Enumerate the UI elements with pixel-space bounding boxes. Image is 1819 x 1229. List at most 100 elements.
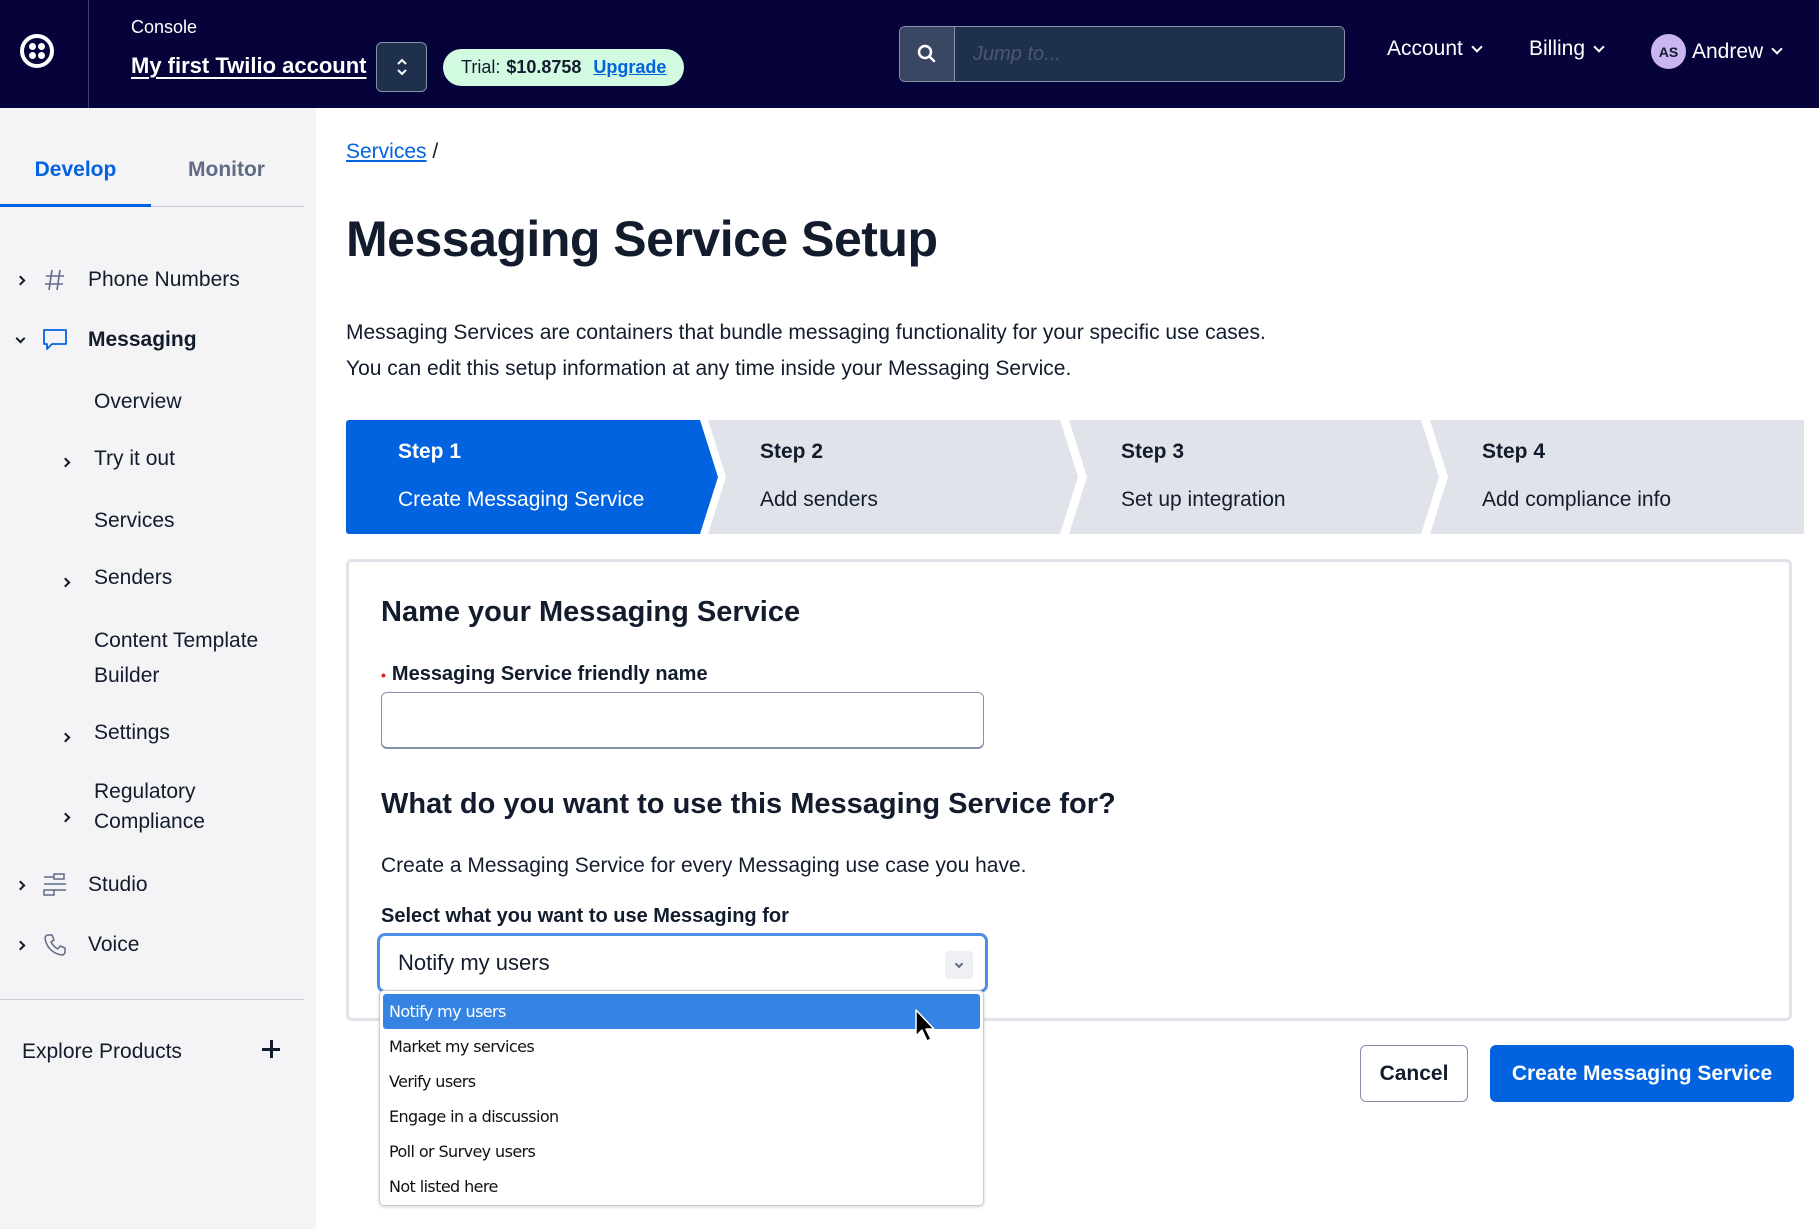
- step-number: Step 2: [760, 440, 824, 463]
- sidebar-subitem-settings[interactable]: Settings: [94, 717, 170, 748]
- step-1[interactable]: Step 1 Create Messaging Service: [346, 420, 718, 534]
- chevron-down-icon: [1471, 40, 1483, 53]
- billing-menu[interactable]: Billing: [1529, 37, 1605, 61]
- plus-icon[interactable]: [260, 1038, 282, 1060]
- chevron-down-icon: [1771, 43, 1783, 55]
- chevron-right-icon: [60, 728, 71, 746]
- trial-balance-badge: Trial: $10.8758 Upgrade: [443, 49, 685, 86]
- upgrade-link[interactable]: Upgrade: [593, 57, 666, 78]
- user-menu[interactable]: AS Andrew: [1651, 34, 1783, 69]
- console-label: Console: [131, 17, 198, 37]
- step-label: Set up integration: [1121, 488, 1286, 511]
- search-input[interactable]: [955, 27, 1344, 81]
- friendly-name-input[interactable]: [381, 692, 984, 748]
- user-name: Andrew: [1692, 39, 1764, 63]
- description-line-1: Messaging Services are containers that b…: [346, 321, 1266, 344]
- sidebar-subitem-content-template-builder[interactable]: Content Template Builder: [94, 625, 258, 691]
- account-name-link[interactable]: My first Twilio account: [131, 53, 367, 79]
- chevron-right-icon: [10, 940, 30, 950]
- setup-stepper: Step 1 Create Messaging Service Step 2 A…: [346, 420, 1804, 534]
- step-3[interactable]: Step 3 Set up integration: [1069, 420, 1439, 534]
- sidebar-tabs: Develop Monitor: [0, 148, 304, 207]
- step-number: Step 3: [1121, 440, 1185, 463]
- sidebar-item-phone-numbers[interactable]: Phone Numbers: [10, 265, 240, 295]
- step-4[interactable]: Step 4 Add compliance info: [1430, 420, 1804, 534]
- sidebar-divider: [0, 999, 304, 1000]
- use-case-select[interactable]: Notify my users: [377, 933, 988, 993]
- account-menu[interactable]: Account: [1387, 37, 1483, 61]
- search-button[interactable]: [900, 27, 955, 81]
- page-description: Messaging Services are containers that b…: [346, 315, 1266, 387]
- chevron-down-icon: [945, 951, 973, 979]
- required-indicator: •: [381, 666, 386, 683]
- use-case-helper-text: Create a Messaging Service for every Mes…: [381, 854, 1027, 877]
- breadcrumb-separator: /: [432, 140, 439, 163]
- trial-label: Trial:: [461, 57, 501, 77]
- breadcrumb-services-link[interactable]: Services: [346, 140, 427, 163]
- phone-icon: [40, 930, 70, 960]
- sidebar-item-label: Voice: [88, 933, 140, 956]
- use-case-section-title: What do you want to use this Messaging S…: [381, 788, 1116, 820]
- top-navigation-bar: Console My first Twilio account Trial: $…: [0, 0, 1819, 108]
- dropdown-option[interactable]: Poll or Survey users: [383, 1134, 980, 1169]
- sidebar-item-label: Studio: [88, 873, 148, 896]
- chevron-right-icon: [60, 573, 71, 591]
- sidebar-subitem-overview[interactable]: Overview: [94, 386, 182, 417]
- breadcrumb: Services /: [346, 140, 438, 164]
- cancel-button[interactable]: Cancel: [1360, 1045, 1468, 1102]
- friendly-name-label-text: Messaging Service friendly name: [391, 663, 708, 685]
- billing-menu-label: Billing: [1529, 37, 1586, 60]
- sidebar-subitem-label-line1: Content Template: [94, 629, 259, 652]
- use-case-select-label: Select what you want to use Messaging fo…: [381, 905, 789, 927]
- sidebar-subitem-senders[interactable]: Senders: [94, 562, 172, 593]
- chevron-right-icon: [10, 880, 30, 890]
- sidebar-subitem-label-line2: Compliance: [94, 810, 205, 833]
- sidebar-subitem-try-it-out[interactable]: Try it out: [94, 443, 175, 474]
- chat-bubble-icon: [40, 325, 70, 355]
- twilio-logo-icon[interactable]: [20, 34, 54, 68]
- name-section-title: Name your Messaging Service: [381, 596, 801, 628]
- sidebar-subitem-services[interactable]: Services: [94, 505, 175, 536]
- search-icon: [917, 44, 936, 63]
- chevron-right-icon: [10, 275, 30, 285]
- friendly-name-label: • Messaging Service friendly name: [381, 663, 708, 686]
- account-switcher-button[interactable]: [376, 42, 427, 92]
- step-number: Step 4: [1482, 440, 1546, 463]
- step-2[interactable]: Step 2 Add senders: [708, 420, 1078, 534]
- step-number: Step 1: [398, 440, 462, 463]
- dropdown-option[interactable]: Notify my users: [383, 994, 980, 1029]
- explore-products-label[interactable]: Explore Products: [22, 1040, 182, 1064]
- use-case-dropdown-list: Notify my users Market my services Verif…: [379, 990, 984, 1206]
- sidebar-item-label: Messaging: [88, 328, 197, 351]
- sidebar-item-studio[interactable]: Studio: [10, 870, 148, 900]
- hash-icon: [40, 265, 70, 295]
- create-messaging-service-button[interactable]: Create Messaging Service: [1490, 1045, 1794, 1102]
- chevron-right-icon: [60, 453, 71, 471]
- description-line-2: You can edit this setup information at a…: [346, 357, 1072, 380]
- dropdown-option[interactable]: Market my services: [383, 1029, 980, 1064]
- tab-monitor[interactable]: Monitor: [151, 148, 302, 206]
- up-down-chevron-icon: [396, 58, 407, 76]
- step-label: Create Messaging Service: [398, 488, 645, 511]
- mouse-cursor-icon: [915, 1009, 935, 1042]
- sidebar-item-voice[interactable]: Voice: [10, 930, 139, 960]
- dropdown-option[interactable]: Engage in a discussion: [383, 1099, 980, 1134]
- step-label: Add compliance info: [1482, 488, 1672, 511]
- sidebar-subitem-label-line1: Regulatory: [94, 780, 196, 803]
- sidebar: Develop Monitor Phone Numbers Messaging …: [0, 108, 316, 1229]
- sidebar-subitem-regulatory-compliance[interactable]: Regulatory Compliance: [94, 777, 205, 837]
- dropdown-option[interactable]: Verify users: [383, 1064, 980, 1099]
- header-divider: [88, 0, 89, 108]
- avatar: AS: [1651, 34, 1686, 69]
- chevron-down-icon: [1593, 40, 1605, 53]
- studio-flow-icon: [40, 870, 70, 900]
- account-menu-label: Account: [1387, 37, 1463, 60]
- sidebar-subitem-label-line2: Builder: [94, 664, 160, 687]
- use-case-selected-value: Notify my users: [398, 950, 550, 975]
- tab-develop[interactable]: Develop: [0, 148, 151, 207]
- dropdown-option[interactable]: Not listed here: [383, 1169, 980, 1204]
- trial-amount: $10.8758: [506, 57, 582, 77]
- jump-to-search: [899, 26, 1345, 82]
- sidebar-item-messaging[interactable]: Messaging: [10, 325, 197, 355]
- chevron-right-icon: [60, 808, 71, 826]
